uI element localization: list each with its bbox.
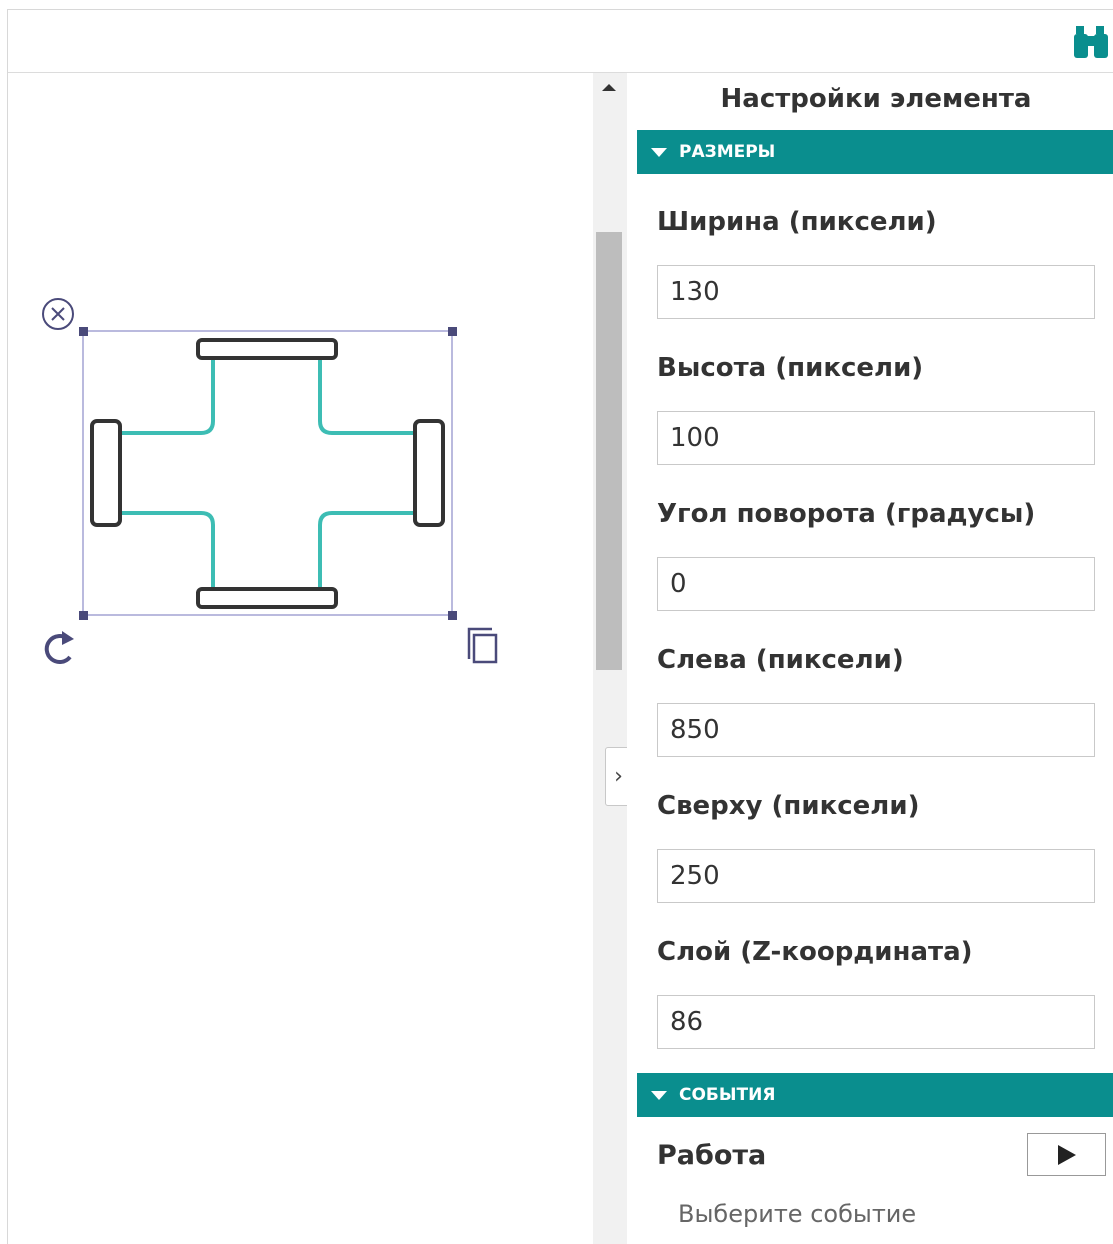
copy-icon[interactable] (467, 627, 498, 664)
editor-canvas[interactable] (8, 73, 593, 1244)
top-label: Сверху (пиксели) (657, 791, 920, 821)
section-label-sizes: РАЗМЕРЫ (679, 142, 776, 162)
top-input[interactable] (657, 849, 1095, 903)
cross-pipe-element[interactable] (90, 338, 445, 609)
width-input[interactable] (657, 265, 1095, 319)
section-header-events[interactable]: СОБЫТИЯ (637, 1073, 1113, 1117)
rotation-label: Угол поворота (градусы) (657, 499, 1036, 529)
close-circle-icon[interactable] (42, 298, 74, 330)
left-label: Слева (пиксели) (657, 645, 904, 675)
play-button[interactable] (1027, 1133, 1106, 1176)
height-label: Высота (пиксели) (657, 353, 924, 383)
layer-input[interactable] (657, 995, 1095, 1049)
canvas-drawing (42, 298, 498, 665)
section-header-sizes[interactable]: РАЗМЕРЫ (637, 130, 1113, 174)
binoculars-icon[interactable] (1072, 24, 1110, 60)
rotation-input[interactable] (657, 557, 1095, 611)
scroll-up-arrow-icon[interactable] (602, 84, 616, 91)
event-label: Работа (657, 1140, 767, 1171)
layer-label: Слой (Z-координата) (657, 937, 973, 967)
play-icon (1057, 1144, 1076, 1165)
resize-handle-bottom-right[interactable] (448, 611, 457, 620)
width-label: Ширина (пиксели) (657, 207, 937, 237)
resize-handle-top-right[interactable] (448, 327, 457, 336)
rotate-icon[interactable] (44, 631, 74, 665)
top-toolbar (8, 10, 1113, 73)
caret-down-icon (651, 147, 667, 157)
resize-handle-bottom-left[interactable] (79, 611, 88, 620)
caret-down-icon (651, 1090, 667, 1100)
event-select[interactable]: Выберите событие (678, 1200, 916, 1228)
section-label-events: СОБЫТИЯ (679, 1085, 776, 1105)
selection-box (82, 330, 453, 616)
left-input[interactable] (657, 703, 1095, 757)
height-input[interactable] (657, 411, 1095, 465)
scrollbar-thumb[interactable] (596, 232, 622, 670)
resize-handle-top-left[interactable] (79, 327, 88, 336)
panel-title: Настройки элемента (720, 84, 1032, 114)
